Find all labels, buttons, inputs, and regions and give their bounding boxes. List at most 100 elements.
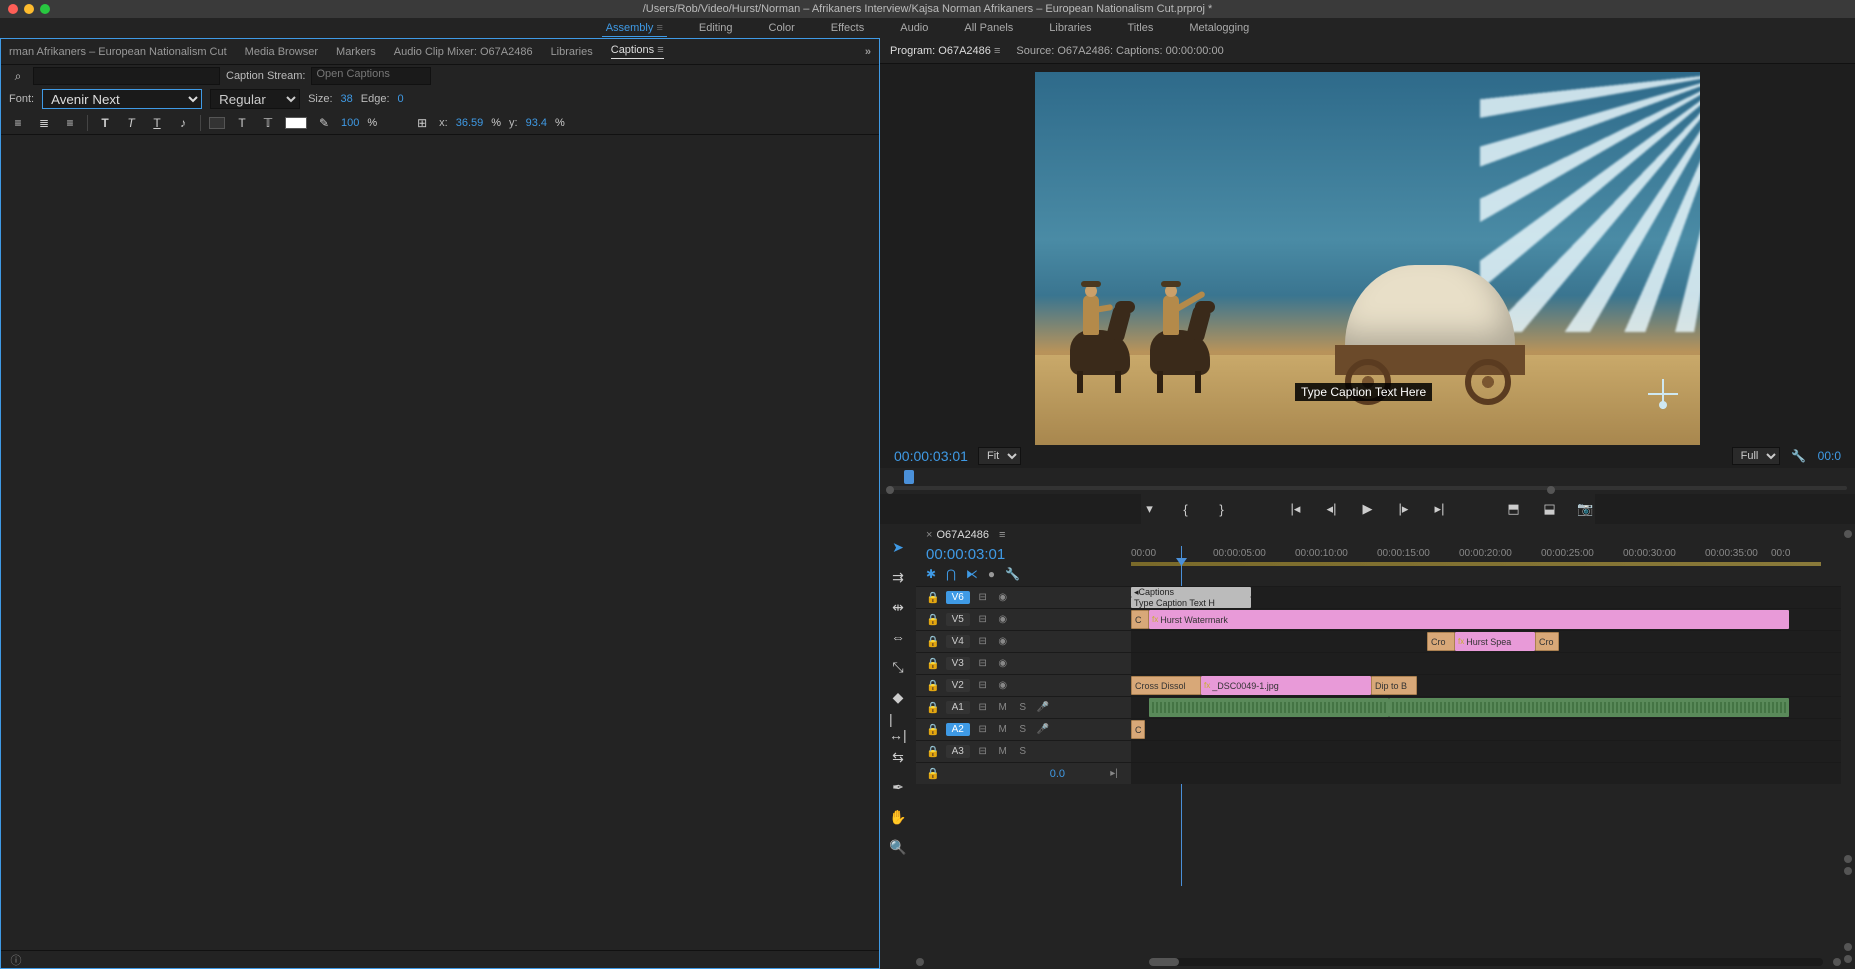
panel-menu-icon[interactable]: ≡: [657, 44, 663, 56]
step-back-icon[interactable]: ◂|: [1323, 500, 1341, 518]
video-frame[interactable]: Type Caption Text Here: [1035, 72, 1700, 445]
mark-clip-icon[interactable]: }: [1213, 500, 1231, 518]
tab-libraries[interactable]: Libraries: [551, 46, 593, 58]
go-to-end-icon[interactable]: ▸|: [1107, 768, 1121, 779]
track-label-v3[interactable]: V3: [946, 657, 970, 670]
go-to-in-icon[interactable]: |◂: [1287, 500, 1305, 518]
mark-out-icon[interactable]: {: [1177, 500, 1195, 518]
position-grid-icon[interactable]: ⊞: [413, 114, 431, 132]
track-label-v5[interactable]: V5: [946, 613, 970, 626]
razor-tool-icon[interactable]: ◆: [889, 688, 907, 706]
master-gain-value[interactable]: 0.0: [1050, 768, 1065, 780]
track-lane-v3[interactable]: [1131, 653, 1841, 674]
timeline-h-scrollbar[interactable]: [916, 955, 1841, 969]
settings-wrench-icon[interactable]: 🔧: [1790, 447, 1808, 465]
lock-icon[interactable]: 🔒: [926, 591, 940, 604]
lock-icon[interactable]: 🔒: [926, 701, 940, 714]
sync-lock-icon[interactable]: ⊟: [976, 614, 990, 625]
italic-icon[interactable]: T: [122, 114, 140, 132]
zoom-fit-select[interactable]: Fit: [978, 447, 1021, 465]
slide-tool-icon[interactable]: ⇆: [889, 748, 907, 766]
workspace-libraries[interactable]: Libraries: [1045, 20, 1095, 36]
timeline-marker-icon[interactable]: ●: [988, 567, 995, 581]
program-panel-label[interactable]: Program: O67A2486 ≡: [890, 45, 1000, 57]
lock-icon[interactable]: 🔒: [926, 723, 940, 736]
track-lane-master[interactable]: [1131, 763, 1841, 784]
tab-captions[interactable]: Captions ≡: [611, 44, 664, 59]
sync-lock-icon[interactable]: ⊟: [976, 746, 990, 757]
track-header-a2[interactable]: 🔒 A2 ⊟ M S 🎤: [916, 719, 1131, 740]
font-weight-select[interactable]: Regular: [210, 89, 300, 109]
bold-icon[interactable]: T: [96, 114, 114, 132]
sync-lock-icon[interactable]: ⊟: [976, 702, 990, 713]
source-panel-label[interactable]: Source: O67A2486: Captions: 00:00:00:00: [1016, 45, 1223, 57]
track-lane-v6[interactable]: ◂ Captions Type Caption Text H: [1131, 587, 1841, 608]
maximize-window-button[interactable]: [40, 4, 50, 14]
ripple-edit-icon[interactable]: ⇹: [889, 598, 907, 616]
text-edge-icon[interactable]: 𝕋: [259, 114, 277, 132]
font-select[interactable]: Avenir Next: [42, 89, 202, 109]
close-window-button[interactable]: [8, 4, 18, 14]
info-icon[interactable]: ⓘ: [7, 951, 25, 969]
eyedropper-icon[interactable]: ✎: [315, 114, 333, 132]
go-to-out-icon[interactable]: ▸|: [1431, 500, 1449, 518]
x-value[interactable]: 36.59: [456, 117, 484, 129]
workspace-audio[interactable]: Audio: [896, 20, 932, 36]
track-header-v4[interactable]: 🔒 V4 ⊟ ◉: [916, 631, 1131, 652]
track-lane-v2[interactable]: Cross Dissol fx_DSC0049-1.jpg Dip to B: [1131, 675, 1841, 696]
snap-icon[interactable]: ✱: [926, 567, 936, 581]
track-header-v6[interactable]: 🔒 V6 ⊟ ◉: [916, 587, 1131, 608]
track-select-forward-icon[interactable]: ⇉: [889, 568, 907, 586]
sync-lock-icon[interactable]: ⊟: [976, 592, 990, 603]
clip-hurst-speaker[interactable]: fxHurst Spea: [1455, 632, 1535, 651]
clip-audio-a1a[interactable]: [1149, 698, 1389, 717]
toggle-track-output-icon[interactable]: ◉: [996, 680, 1010, 691]
playback-quality-select[interactable]: Full: [1732, 447, 1780, 465]
track-header-master[interactable]: 🔒 0.0 ▸|: [916, 763, 1131, 784]
timeline-settings-icon[interactable]: 🔧: [1005, 567, 1020, 581]
track-header-a1[interactable]: 🔒 A1 ⊟ M S 🎤: [916, 697, 1131, 718]
track-header-v3[interactable]: 🔒 V3 ⊟ ◉: [916, 653, 1131, 674]
playhead-marker[interactable]: [904, 470, 914, 484]
workspace-metalogging[interactable]: Metalogging: [1185, 20, 1253, 36]
underline-icon[interactable]: T: [148, 114, 166, 132]
step-forward-icon[interactable]: |▸: [1395, 500, 1413, 518]
toggle-track-output-icon[interactable]: ◉: [996, 636, 1010, 647]
time-ruler[interactable]: 00:00 00:00:05:00 00:00:10:00 00:00:15:0…: [1131, 546, 1841, 586]
hand-tool-icon[interactable]: ✋: [889, 808, 907, 826]
mute-icon[interactable]: M: [996, 746, 1010, 757]
program-menu-icon[interactable]: ≡: [994, 45, 1000, 57]
slip-tool-icon[interactable]: |↔|: [889, 718, 907, 736]
toggle-track-output-icon[interactable]: ◉: [996, 592, 1010, 603]
voiceover-record-icon[interactable]: 🎤: [1036, 724, 1050, 735]
caption-overlay[interactable]: Type Caption Text Here: [1295, 383, 1432, 401]
caption-stream-select[interactable]: Open Captions: [311, 67, 431, 85]
clip-dsc0049[interactable]: fx_DSC0049-1.jpg: [1201, 676, 1371, 695]
timeline-menu-icon[interactable]: ≡: [999, 529, 1005, 541]
mute-icon[interactable]: M: [996, 702, 1010, 713]
solo-icon[interactable]: S: [1016, 724, 1030, 735]
align-center-icon[interactable]: ≣: [35, 114, 53, 132]
track-label-a1[interactable]: A1: [946, 701, 970, 714]
sync-lock-icon[interactable]: ⊟: [976, 636, 990, 647]
clip-caption-text[interactable]: Type Caption Text H: [1131, 597, 1251, 608]
program-scrubber[interactable]: [880, 468, 1855, 494]
timeline-v-scrollbar[interactable]: [1841, 524, 1855, 969]
track-header-a3[interactable]: 🔒 A3 ⊟ M S: [916, 741, 1131, 762]
lock-icon[interactable]: 🔒: [926, 679, 940, 692]
track-label-v2[interactable]: V2: [946, 679, 970, 692]
clip-cross-dissolve[interactable]: Cro: [1535, 632, 1559, 651]
pen-tool-icon[interactable]: ✒: [889, 778, 907, 796]
sync-lock-icon[interactable]: ⊟: [976, 658, 990, 669]
lock-icon[interactable]: 🔒: [926, 767, 940, 780]
rolling-edit-icon[interactable]: ⇔: [889, 628, 907, 646]
workspace-effects[interactable]: Effects: [827, 20, 868, 36]
lift-icon[interactable]: ⬒: [1505, 500, 1523, 518]
opacity-value[interactable]: 100: [341, 117, 359, 129]
caption-search-input[interactable]: [33, 67, 220, 85]
y-value[interactable]: 93.4: [526, 117, 547, 129]
clip-dip-to-black[interactable]: Dip to B: [1371, 676, 1417, 695]
sequence-name[interactable]: O67A2486: [932, 527, 993, 543]
clip-audio-a1b[interactable]: [1389, 698, 1789, 717]
music-note-icon[interactable]: ♪: [174, 114, 192, 132]
